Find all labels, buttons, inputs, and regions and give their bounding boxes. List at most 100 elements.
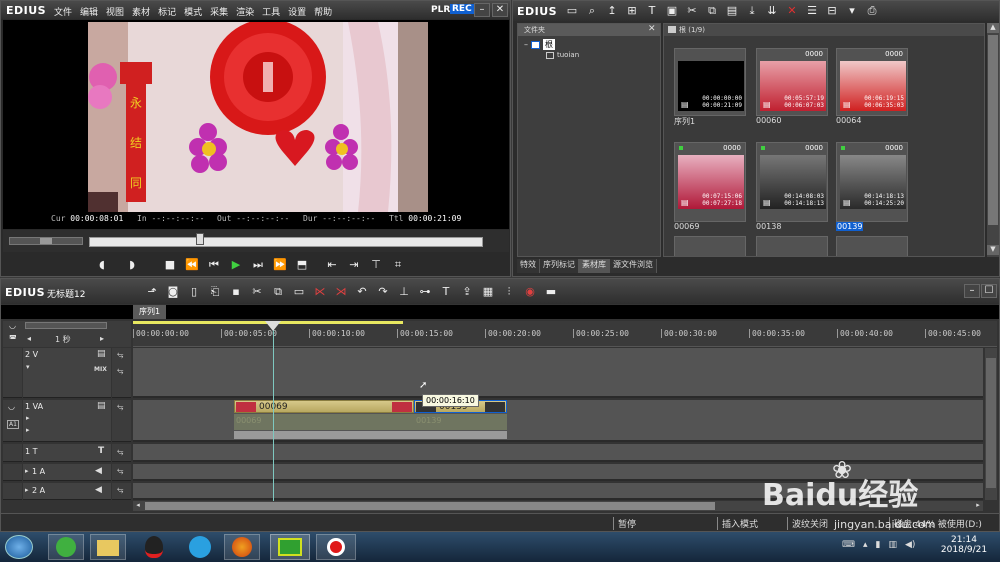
menu-item-2[interactable]: 视图: [106, 5, 124, 18]
menu-item-5[interactable]: 模式: [184, 5, 202, 18]
keyboard-icon[interactable]: ⌨: [842, 540, 855, 550]
track-2a-sync-icon[interactable]: ⥃: [117, 485, 123, 495]
search-icon[interactable]: ⌕: [583, 3, 601, 19]
insert-icon[interactable]: ⇤: [323, 257, 341, 273]
menu-item-8[interactable]: 工具: [262, 5, 280, 18]
loop-icon[interactable]: ⬒: [293, 257, 311, 273]
snapshot-icon[interactable]: ◙: [164, 284, 182, 300]
track-1va-expand-icon[interactable]: ▸: [26, 414, 30, 422]
tab-sequence1[interactable]: 序列1: [133, 305, 167, 319]
scrub-bar[interactable]: [89, 233, 483, 247]
save-icon[interactable]: ▪: [227, 284, 245, 300]
hscroll-thumb[interactable]: [145, 502, 715, 510]
zoom-right-icon[interactable]: ▸: [100, 334, 104, 343]
render-icon[interactable]: ▦: [479, 284, 497, 300]
up-icon[interactable]: ↥: [603, 3, 621, 19]
title-tl-icon[interactable]: T: [437, 284, 455, 300]
taskbar-app-video[interactable]: [182, 534, 218, 560]
track-2a-expand-icon[interactable]: ▸: [25, 486, 29, 494]
view-dropdown-icon[interactable]: ▾: [843, 3, 861, 19]
track-1t-sync-icon[interactable]: ⥃: [117, 447, 123, 457]
mixer-icon[interactable]: ⫶: [500, 284, 518, 300]
zoom-left-icon[interactable]: ◂: [27, 334, 31, 343]
output-icon[interactable]: ⌗: [389, 257, 407, 273]
tl-minimize-button[interactable]: –: [964, 284, 980, 298]
shuttle-slider[interactable]: [9, 237, 83, 245]
overwrite-icon[interactable]: ⇥: [345, 257, 363, 273]
track-2v-lane[interactable]: [133, 348, 983, 398]
track-2v-sync-icon[interactable]: ⥃: [117, 350, 123, 360]
track-2v-video-icon[interactable]: ▤: [97, 349, 106, 359]
rewind-icon[interactable]: ⏪: [183, 257, 201, 273]
clip-thumbnail[interactable]: 0000 00:06:19:15 00:06:35:03 ▤: [836, 48, 908, 116]
redo-icon[interactable]: ↷: [374, 284, 392, 300]
bin-scrollbar[interactable]: ▲ ▼: [987, 23, 999, 257]
track-1va-lane[interactable]: 00069 00139 00069 00139: [133, 400, 983, 442]
export-icon[interactable]: ⇪: [458, 284, 476, 300]
view-icon[interactable]: ⊟: [823, 3, 841, 19]
clip-thumbnail[interactable]: 0000 00:14:18:13 00:14:25:20 ▤: [836, 142, 908, 222]
add-to-timeline-icon[interactable]: ⤓: [743, 3, 761, 19]
properties-icon[interactable]: ☰: [803, 3, 821, 19]
scroll-down-icon[interactable]: ▼: [987, 245, 999, 255]
new-sequence-icon[interactable]: ▯: [185, 284, 203, 300]
track-1va-patch-icon[interactable]: A1: [7, 420, 19, 429]
usb-icon[interactable]: ▮: [876, 540, 881, 550]
menu-item-9[interactable]: 设置: [288, 5, 306, 18]
close-button[interactable]: ✕: [492, 3, 508, 17]
mark-in-icon[interactable]: ◖: [93, 257, 111, 273]
menu-item-1[interactable]: 编辑: [80, 5, 98, 18]
hscroll-right-icon[interactable]: ▸: [973, 501, 983, 511]
clip-thumbnail-partial[interactable]: [836, 236, 908, 256]
cut-icon[interactable]: ✂: [683, 3, 701, 19]
taskbar-app-explorer[interactable]: [90, 534, 126, 560]
title-icon[interactable]: T: [643, 3, 661, 19]
tree-root[interactable]: – 根: [524, 39, 555, 50]
track-1va-link-icon[interactable]: ◡: [8, 402, 15, 411]
folder-icon[interactable]: ▭: [563, 3, 581, 19]
bin-tab-0[interactable]: 特效: [517, 259, 540, 273]
cut-tl-icon[interactable]: ✂: [248, 284, 266, 300]
start-button[interactable]: [5, 535, 33, 559]
clip-00069[interactable]: 00069: [234, 400, 414, 413]
clip-thumbnail-partial[interactable]: [756, 236, 828, 256]
track-2a-speaker-icon[interactable]: ◀: [95, 485, 102, 495]
tree-child[interactable]: tuoian: [546, 51, 579, 59]
open-icon[interactable]: ⎗: [206, 284, 224, 300]
add-clip-icon[interactable]: ⊞: [623, 3, 641, 19]
track-1a-expand-icon[interactable]: ▸: [25, 467, 29, 475]
copy-icon[interactable]: ⧉: [703, 3, 721, 19]
clip-thumbnail[interactable]: 0000 00:05:57:19 00:06:07:03 ▤: [756, 48, 828, 116]
marker-icon[interactable]: ⊥: [395, 284, 413, 300]
menu-item-7[interactable]: 渲染: [236, 5, 254, 18]
clip-thumbnail[interactable]: 0000 00:14:08:03 00:14:18:13 ▤: [756, 142, 828, 222]
zoom-slider[interactable]: [25, 322, 107, 329]
play-icon[interactable]: ▶: [227, 257, 245, 273]
to-timeline-icon[interactable]: ⊤: [367, 257, 385, 273]
timeline-vscroll[interactable]: [985, 348, 997, 500]
lock-icon[interactable]: ◡: [9, 321, 16, 330]
track-1va-expand2-icon[interactable]: ▸: [26, 426, 30, 434]
stop-icon[interactable]: ■: [161, 257, 179, 273]
clip-thumbnail-partial[interactable]: [674, 236, 746, 256]
playhead-handle[interactable]: [265, 321, 281, 331]
track-1a-speaker-icon[interactable]: ◀: [95, 466, 102, 476]
vscroll-thumb[interactable]: [986, 358, 996, 488]
step-forward-icon[interactable]: ⏭: [249, 257, 267, 273]
bin-tab-1[interactable]: 序列标记: [540, 259, 579, 273]
mode-icon[interactable]: ⬏: [143, 284, 161, 300]
timeline-ruler[interactable]: 00:00:00:00 00:00:05:00 00:00:10:00 00:00:1…: [133, 321, 997, 347]
track-1a-sync-icon[interactable]: ⥃: [117, 466, 123, 476]
scroll-up-icon[interactable]: ▲: [987, 23, 999, 33]
tray-arrow-icon[interactable]: ▴: [863, 540, 868, 550]
plr-label[interactable]: PLR: [431, 5, 450, 15]
taskbar-app-360[interactable]: [48, 534, 84, 560]
taskbar-app-firefox[interactable]: [224, 534, 260, 560]
settings-icon[interactable]: ◉: [521, 284, 539, 300]
copy-tl-icon[interactable]: ⧉: [269, 284, 287, 300]
paste-icon[interactable]: ▤: [723, 3, 741, 19]
bin-menu-icon[interactable]: ⎙: [863, 3, 881, 19]
track-2v-mix-icon[interactable]: ⥃: [117, 366, 123, 376]
audio-mixer-icon[interactable]: ⊶: [416, 284, 434, 300]
split-icon[interactable]: ⋉: [311, 284, 329, 300]
